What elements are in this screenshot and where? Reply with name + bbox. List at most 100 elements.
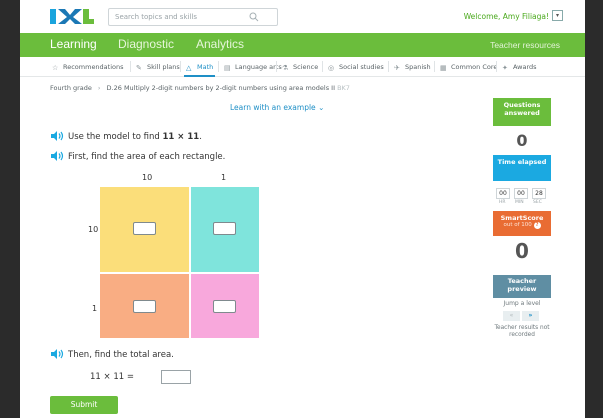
smartscore-sub-text: out of 100 [503,222,532,228]
subject-label: Spanish [405,63,431,71]
question-period: . [199,132,202,142]
previous-level-button[interactable]: « [503,311,520,321]
divider [218,61,219,72]
main-nav: Learning Diagnostic Analytics Teacher re… [20,33,585,57]
social-studies-icon: ◎ [328,64,335,72]
account-menu-chevron-icon[interactable]: ▾ [552,10,563,21]
smartscore-header: SmartScore out of 100 ? [493,211,551,236]
area-rect-bottom-left [100,274,189,338]
subject-awards[interactable]: ✦ Awards [502,63,537,72]
questions-answered-label: Questions answered [503,101,541,117]
tab-diagnostic[interactable]: Diagnostic [118,37,174,51]
instruction-text: First, find the area of each rectangle. [68,152,226,162]
skill-code: BK7 [337,84,350,92]
divider [322,61,323,72]
row-label-10: 10 [88,225,99,234]
area-input-bottom-right[interactable] [213,300,236,313]
instruction-text: Then, find the total area. [68,350,174,360]
speaker-icon[interactable] [50,151,64,161]
subject-math[interactable]: △ Math [183,63,216,77]
col-label-10: 10 [142,173,153,182]
ixl-page: Search topics and skills Welcome, Amy Fi… [20,0,585,418]
divider [496,61,497,72]
area-input-top-left[interactable] [133,222,156,235]
teacher-results-note: Teacher results not recorded [494,325,550,338]
subject-science[interactable]: ⚗ Science [282,63,319,72]
subject-label: Math [197,63,214,71]
teacher-resources-link[interactable]: Teacher resources [490,40,560,50]
teacher-preview-header: Teacher preview [493,275,551,298]
tab-learning[interactable]: Learning [50,37,97,51]
subject-label: Awards [513,63,537,71]
area-input-top-right[interactable] [213,222,236,235]
subject-common-core[interactable]: ▦ Common Core [440,63,498,72]
subject-language-arts[interactable]: ▤ Language arts [224,63,282,72]
area-rect-bottom-right [191,274,259,338]
time-minutes: 00 [514,188,528,199]
breadcrumb-skill: D.26 Multiply 2-digit numbers by 2-digit… [106,84,335,92]
divider [180,61,181,72]
search-icon[interactable] [249,12,259,22]
time-elapsed-header: Time elapsed [493,155,551,181]
area-rect-top-left [100,187,189,272]
time-unit-sec: SEC [533,200,542,205]
subject-label: Language arts [235,63,282,71]
question-line-2: First, find the area of each rectangle. [50,151,225,162]
question-expression: 11 × 11 [162,132,200,142]
common-core-icon: ▦ [440,64,447,72]
learn-example-label: Learn with an example [230,103,316,112]
tab-analytics[interactable]: Analytics [196,37,244,51]
awards-icon: ✦ [502,64,508,72]
math-icon: △ [186,64,192,72]
speaker-icon[interactable] [50,131,64,141]
time-hours: 00 [496,188,510,199]
welcome-text[interactable]: Welcome, Amy Filiaga! [464,12,549,21]
subject-label: Common Core [451,63,498,71]
smartscore-sub: out of 100 ? [493,222,551,229]
language-arts-icon: ▤ [224,64,231,72]
questions-answered-value: 0 [516,131,528,150]
subject-skill-plans[interactable]: ✎ Skill plans [136,63,180,72]
area-input-bottom-left[interactable] [133,300,156,313]
divider [276,61,277,72]
recommendations-icon: ☆ [52,64,59,72]
science-icon: ⚗ [282,64,289,72]
chevron-down-icon: ⌄ [318,103,325,112]
subject-label: Social studies [339,63,384,71]
row-label-1: 1 [92,304,98,313]
spanish-icon: ✈ [394,64,400,72]
subject-label: Skill plans [147,63,180,71]
subject-social-studies[interactable]: ◎ Social studies [328,63,384,72]
top-bar: Search topics and skills Welcome, Amy Fi… [20,0,585,33]
smartscore-value: 0 [515,239,529,263]
submit-button[interactable]: Submit [50,396,118,414]
learn-example-link[interactable]: Learn with an example ⌄ [230,103,324,112]
subject-bar: ☆ Recommendations ✎ Skill plans △ Math ▤ Lan… [20,57,585,77]
jump-level-label: Jump a level [503,300,541,307]
time-unit-min: MIN [515,200,524,205]
questions-answered-header: Questions answered [493,98,551,126]
total-area-input[interactable] [161,370,191,384]
divider [434,61,435,72]
subject-spanish[interactable]: ✈ Spanish [394,63,431,72]
col-label-1: 1 [221,173,227,182]
next-level-button[interactable]: » [522,311,539,321]
ixl-logo[interactable] [50,8,94,25]
search-placeholder: Search topics and skills [115,13,197,21]
subject-recommendations[interactable]: ☆ Recommendations [52,63,124,72]
speaker-icon[interactable] [50,349,64,359]
chevron-right-icon: › [97,84,101,92]
teacher-preview-label: Teacher preview [507,277,537,293]
help-icon[interactable]: ? [533,222,541,229]
subject-label: Science [293,63,319,71]
time-unit-hr: HR [499,200,506,205]
breadcrumb: Fourth grade › D.26 Multiply 2-digit numbe… [50,84,350,92]
area-rect-top-right [191,187,259,272]
divider [130,61,131,72]
skill-plans-icon: ✎ [136,64,142,72]
breadcrumb-grade[interactable]: Fourth grade [50,84,92,92]
subject-label: Recommendations [63,63,124,71]
search-input[interactable]: Search topics and skills [108,8,278,26]
question-line-3: Then, find the total area. [50,349,174,360]
time-elapsed-label: Time elapsed [497,158,547,166]
